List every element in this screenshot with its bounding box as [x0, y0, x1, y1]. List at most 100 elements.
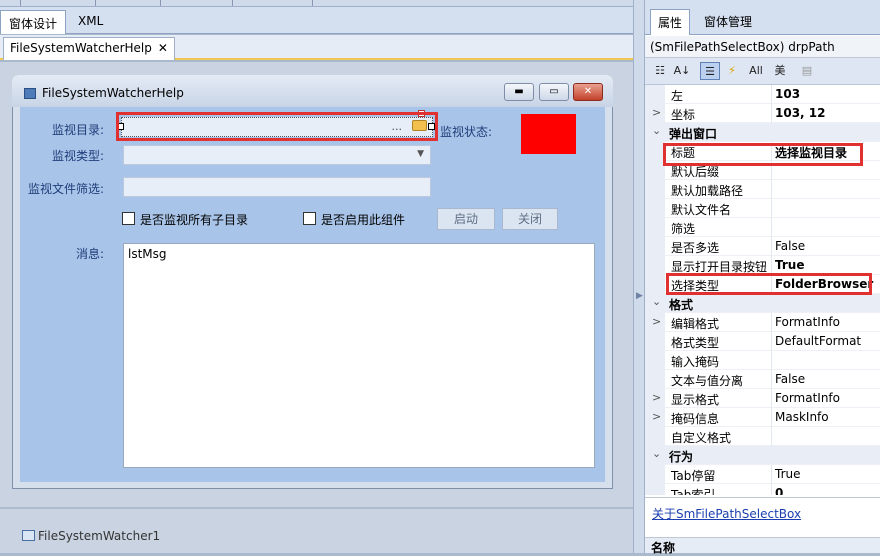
status-indicator [521, 114, 576, 154]
categorized-icon[interactable]: ☷ [650, 62, 670, 80]
property-value[interactable]: 103, 12 [775, 106, 825, 120]
form-title-bar[interactable]: FileSystemWatcherHelp ▬ ▭ ✕ [12, 75, 613, 107]
property-name: 自定义格式 [671, 431, 732, 445]
column-separator [771, 332, 772, 351]
property-value[interactable]: FormatInfo [775, 391, 840, 405]
property-row[interactable]: 格式类型 DefaultFormat [645, 332, 880, 351]
property-category[interactable]: ⌄ 格式 [645, 294, 880, 313]
row-gutter [645, 370, 665, 389]
expand-icon[interactable]: > [652, 391, 661, 404]
property-value[interactable]: True [775, 467, 801, 481]
dir-label: 监视目录: [52, 123, 105, 137]
all-button[interactable]: All [745, 62, 767, 80]
property-name: 是否多选 [671, 241, 720, 255]
about-link[interactable]: 关于SmFilePathSelectBox [652, 505, 801, 522]
tab-properties[interactable]: 属性 [650, 9, 691, 35]
collapse-arrow-icon[interactable]: ▶ [636, 291, 643, 301]
minimize-button[interactable]: ▬ [504, 83, 534, 101]
column-separator [771, 351, 772, 370]
row-gutter [645, 180, 665, 199]
property-pages-icon[interactable]: ▤ [798, 62, 816, 80]
expand-icon[interactable]: > [652, 410, 661, 423]
property-row[interactable]: 左 103 [645, 85, 880, 104]
property-row[interactable]: 自定义格式 [645, 427, 880, 446]
property-name: 文本与值分离 [671, 374, 744, 388]
property-row[interactable]: 默认加载路径 [645, 180, 880, 199]
property-value[interactable]: 0 [775, 486, 783, 495]
start-button[interactable]: 启动 [437, 208, 495, 230]
column-separator [771, 465, 772, 484]
row-gutter [645, 351, 665, 370]
sort-alpha-icon[interactable]: A↓ [672, 62, 692, 80]
close-form-button[interactable]: 关闭 [502, 208, 558, 230]
property-category[interactable]: ⌄ 弹出窗口 [645, 123, 880, 142]
close-icon[interactable]: ✕ [158, 41, 168, 55]
close-button[interactable]: ✕ [573, 83, 603, 101]
property-name: 默认文件名 [671, 203, 732, 217]
object-selector[interactable]: (SmFilePathSelectBox) drpPath [645, 36, 880, 58]
row-gutter [645, 332, 665, 351]
property-name: 显示格式 [671, 393, 720, 407]
sub-dirs-checkbox[interactable] [122, 212, 135, 225]
property-row[interactable]: > 编辑格式 FormatInfo [645, 313, 880, 332]
chevron-down-icon[interactable]: ▼ [417, 149, 424, 159]
row-gutter [645, 275, 665, 294]
collapse-icon[interactable]: ⌄ [652, 295, 661, 308]
column-separator [771, 427, 772, 446]
enable-checkbox[interactable] [303, 212, 316, 225]
property-row[interactable]: Tab索引 0 [645, 484, 880, 495]
type-label: 监视类型: [52, 149, 105, 163]
property-row[interactable]: 是否多选 False [645, 237, 880, 256]
property-name: 默认加载路径 [671, 184, 744, 198]
property-name: 格式类型 [671, 336, 720, 350]
events-icon[interactable]: ⚡ [723, 62, 741, 80]
property-name: 掩码信息 [671, 412, 720, 426]
description-title: 名称 [651, 541, 676, 555]
property-name: 弹出窗口 [669, 127, 718, 141]
property-category[interactable]: ⌄ 行为 [645, 446, 880, 465]
property-value[interactable]: True [775, 258, 804, 272]
property-row[interactable]: 文本与值分离 False [645, 370, 880, 389]
splitter[interactable]: ▶ [633, 0, 645, 553]
column-separator [771, 199, 772, 218]
app-icon [24, 88, 36, 99]
properties-icon[interactable]: ☰ [700, 62, 720, 80]
row-gutter [645, 85, 665, 104]
property-row[interactable]: 筛选 [645, 218, 880, 237]
tab-xml[interactable]: XML [70, 10, 111, 34]
expand-icon[interactable]: > [652, 106, 661, 119]
enable-label: 是否启用此组件 [321, 213, 406, 227]
row-gutter [645, 484, 665, 495]
collapse-icon[interactable]: ⌄ [652, 447, 661, 460]
property-row[interactable]: 输入掩码 [645, 351, 880, 370]
message-list[interactable]: lstMsg [123, 243, 595, 468]
tab-form-management[interactable]: 窗体管理 [697, 9, 759, 35]
style-button[interactable]: 美 [770, 62, 790, 80]
highlight-path-field [116, 112, 438, 141]
property-row[interactable]: > 显示格式 FormatInfo [645, 389, 880, 408]
watch-type-combo[interactable]: ▼ [123, 145, 431, 165]
tab-file-filesystemwatcherhelp[interactable]: FileSystemWatcherHelp ✕ [3, 37, 175, 60]
property-row[interactable]: 默认文件名 [645, 199, 880, 218]
row-gutter [645, 465, 665, 484]
component-item[interactable]: FileSystemWatcher1 [22, 529, 160, 543]
property-row[interactable]: Tab停留 True [645, 465, 880, 484]
property-name: Tab停留 [671, 469, 716, 483]
property-value[interactable]: False [775, 239, 805, 253]
property-value[interactable]: False [775, 372, 805, 386]
property-value[interactable]: FormatInfo [775, 315, 840, 329]
property-name: 编辑格式 [671, 317, 720, 331]
collapse-icon[interactable]: ⌄ [652, 124, 661, 137]
maximize-button[interactable]: ▭ [539, 83, 569, 101]
property-row[interactable]: > 坐标 103, 12 [645, 104, 880, 123]
property-value[interactable]: 103 [775, 87, 800, 101]
tab-form-design[interactable]: 窗体设计 [0, 10, 67, 34]
property-name: Tab索引 [671, 488, 716, 495]
property-row[interactable]: > 掩码信息 MaskInfo [645, 408, 880, 427]
filter-input[interactable] [123, 177, 431, 197]
expand-icon[interactable]: > [652, 315, 661, 328]
property-value[interactable]: DefaultFormat [775, 334, 861, 348]
status-label: 监视状态: [440, 125, 493, 139]
property-value[interactable]: MaskInfo [775, 410, 829, 424]
file-tab-label: FileSystemWatcherHelp [10, 41, 152, 55]
